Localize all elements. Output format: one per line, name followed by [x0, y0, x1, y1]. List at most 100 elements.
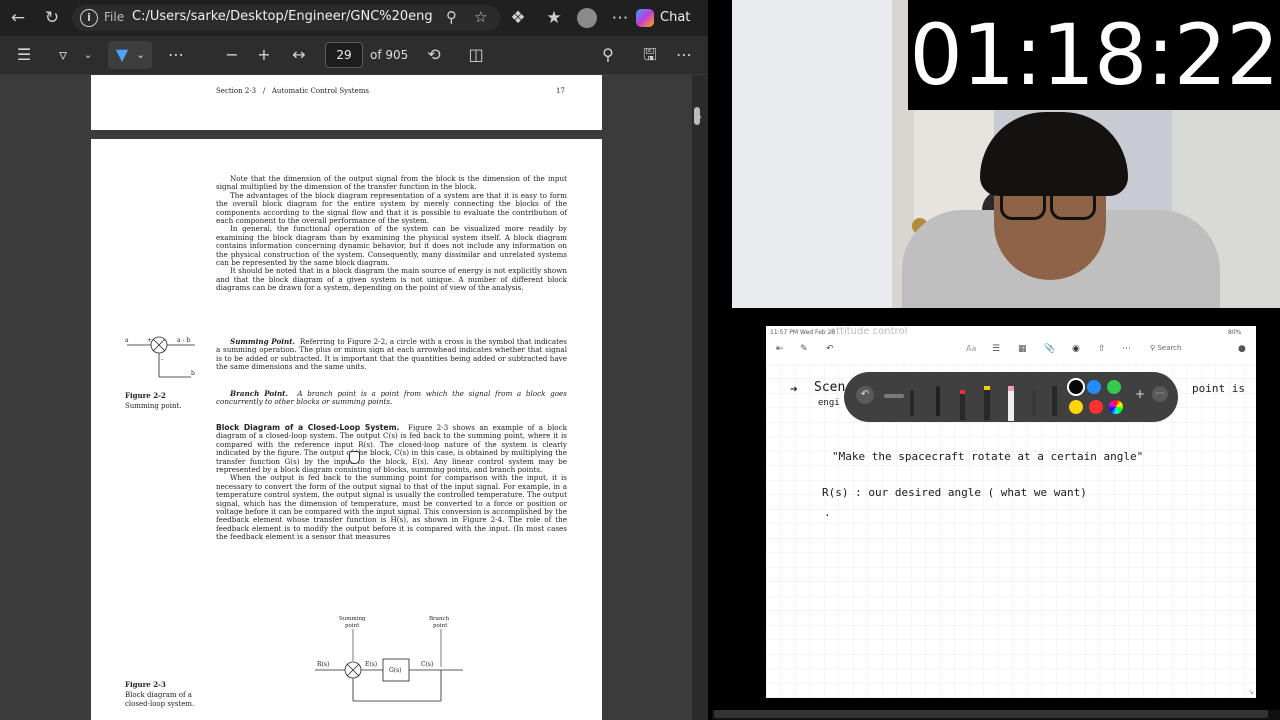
branch-label: Branch: [429, 616, 450, 622]
edit-icon[interactable]: ✎: [800, 344, 808, 354]
puzzle-icon[interactable]: ❖: [504, 0, 532, 36]
pdf-toolbar: ☰ ▿ ⌄ ▼ ⌄ ⋯ − + ↔ 29 of 905 ⟲ ◫ ⚲ 🖫 ⋯: [0, 36, 708, 75]
pencil-tool[interactable]: [1032, 390, 1036, 416]
pdf-page-17: Section 2-3 / Automatic Control Systems …: [91, 75, 602, 130]
error-signal-label: E(s): [365, 661, 377, 668]
search-icon[interactable]: ⚲: [596, 36, 620, 74]
text-format-icon[interactable]: Aa: [966, 344, 976, 353]
more-icon[interactable]: ⋯: [672, 36, 696, 74]
page-total-label: of 905: [370, 48, 409, 62]
note-dot: .: [824, 506, 831, 519]
running-head: Section 2-3 / Automatic Control Systems: [216, 87, 369, 95]
status-battery: 80%: [1228, 329, 1242, 336]
paragraph: It should be noted that in a block diagr…: [216, 266, 567, 293]
avatar-icon[interactable]: [577, 8, 597, 28]
lasso-tool[interactable]: [1052, 386, 1057, 416]
color-picker-icon[interactable]: [1109, 400, 1123, 414]
contents-icon[interactable]: ☰: [10, 36, 38, 74]
note-quote: "Make the spacecraft rotate at a certain…: [832, 450, 1144, 463]
figure-2-3-title: Figure 2-3: [125, 680, 166, 689]
fit-page-icon[interactable]: ↔: [287, 36, 311, 74]
save-icon[interactable]: 🖫: [638, 36, 662, 74]
horizontal-scroll-thumb[interactable]: [714, 710, 1268, 718]
rotate-icon[interactable]: ⟲: [422, 36, 446, 74]
closed-loop-text: Figure 2-3 shows an example of a block d…: [216, 423, 567, 475]
back-arrow-icon[interactable]: ←: [4, 0, 32, 36]
address-bar-row: ← ↻ i File C:/Users/sarke/Desktop/Engine…: [0, 0, 708, 36]
zoom-in-icon[interactable]: +: [252, 36, 276, 74]
tablet-notes-screen: 11:57 PM Wed Feb 26 attitude control 80%…: [766, 326, 1256, 698]
undo-pen-icon[interactable]: ↶: [856, 386, 874, 404]
share-icon[interactable]: ⇧: [1098, 344, 1106, 354]
pen-tool[interactable]: [910, 390, 914, 416]
markup-icon[interactable]: ◉: [1072, 344, 1080, 354]
scrollbar-thumb[interactable]: [694, 107, 700, 125]
url-box[interactable]: i File C:/Users/sarke/Desktop/Engineer/G…: [72, 5, 500, 31]
summing-point-label: point: [345, 623, 360, 629]
separator: /: [262, 87, 266, 95]
chat-label: Chat: [660, 10, 691, 25]
paragraph: The advantages of the block diagram repr…: [216, 190, 567, 226]
resize-handle-icon[interactable]: ↘: [1248, 688, 1254, 696]
elapsed-timer: 01:18:22: [908, 0, 1280, 110]
signal-a-label: a: [125, 337, 129, 344]
section-label: Section 2-3: [216, 87, 257, 95]
chat-button[interactable]: Chat: [636, 6, 690, 30]
add-tool-icon[interactable]: +: [1132, 386, 1148, 402]
note-title-faint: attitude control: [830, 326, 908, 337]
paragraph: Note that the dimension of the output si…: [216, 174, 567, 192]
color-swatch-blue[interactable]: [1087, 380, 1101, 394]
url-text[interactable]: C:/Users/sarke/Desktop/Engineer/GNC%20en…: [132, 9, 432, 24]
zoom-out-icon[interactable]: −: [220, 36, 244, 74]
marker-red-tool[interactable]: [960, 390, 965, 420]
status-time: 11:57 PM: [770, 329, 798, 336]
horizontal-scrollbar[interactable]: [712, 710, 1280, 720]
feedback-paragraph: When the output is fed back to the summi…: [216, 473, 567, 542]
highlighter-tool[interactable]: [984, 386, 990, 420]
color-swatch-red[interactable]: [1089, 400, 1103, 414]
draw-tool-active[interactable]: ▼ ⌄: [108, 41, 152, 69]
glasses-right: [1050, 186, 1096, 220]
refresh-icon[interactable]: ↻: [38, 0, 66, 36]
color-swatch-black[interactable]: [1067, 378, 1085, 396]
palette-more-icon[interactable]: ⋯: [1152, 386, 1168, 402]
color-swatch-yellow[interactable]: [1069, 400, 1083, 414]
mouse-cursor-hand: [349, 451, 360, 464]
output-label: C(s): [421, 661, 433, 668]
more-icon[interactable]: ⋯: [164, 36, 188, 74]
tablet-search-field[interactable]: ⚲ Search: [1150, 344, 1181, 352]
info-icon[interactable]: i: [80, 9, 98, 27]
chevron-down-icon[interactable]: ⌄: [78, 36, 98, 74]
tablet-search-label: Search: [1157, 344, 1182, 352]
star-icon[interactable]: ☆: [474, 8, 487, 26]
table-icon[interactable]: ▦: [1018, 344, 1027, 354]
note-line1-left: Scen: [814, 380, 846, 395]
attach-icon[interactable]: 📎: [1044, 344, 1055, 354]
zoom-icon[interactable]: ⚲: [446, 8, 457, 26]
more-icon[interactable]: ⋯: [606, 0, 634, 36]
closed-loop-section: Block Diagram of a Closed-Loop System. F…: [216, 423, 567, 542]
signal-ab-label: a - b: [177, 337, 190, 344]
summing-point-section: Summing Point. Referring to Figure 2-2, …: [216, 337, 567, 372]
sidebar-icon[interactable]: ⇤: [776, 344, 784, 354]
highlight-icon[interactable]: ▿: [50, 36, 76, 74]
summing-label: Summing: [339, 616, 366, 622]
checklist-icon[interactable]: ☰: [992, 344, 1000, 354]
note-line1-left2: engi: [818, 398, 840, 408]
fineliner-tool[interactable]: [936, 386, 940, 416]
eraser-pink-tool[interactable]: [1008, 386, 1014, 421]
page-number-input[interactable]: 29: [325, 42, 363, 68]
color-swatch-green[interactable]: [1107, 380, 1121, 394]
transfer-function-label: G(s): [389, 667, 402, 674]
eraser-tool[interactable]: [884, 394, 904, 398]
note-bullet: R(s) : our desired angle ( what we want): [822, 486, 1087, 499]
undo-icon[interactable]: ↶: [826, 344, 834, 354]
favorites-icon[interactable]: ★: [540, 0, 568, 36]
page-view-icon[interactable]: ◫: [464, 36, 488, 74]
chapter-title: Automatic Control Systems: [271, 87, 369, 95]
microphone-icon[interactable]: ●: [1238, 344, 1246, 354]
vertical-scrollbar[interactable]: ▲: [692, 75, 708, 720]
more-icon[interactable]: ⋯: [1122, 344, 1131, 354]
figure-2-3-caption-line1: Block diagram of a: [125, 691, 192, 699]
chevron-down-icon: ⌄: [136, 48, 146, 61]
